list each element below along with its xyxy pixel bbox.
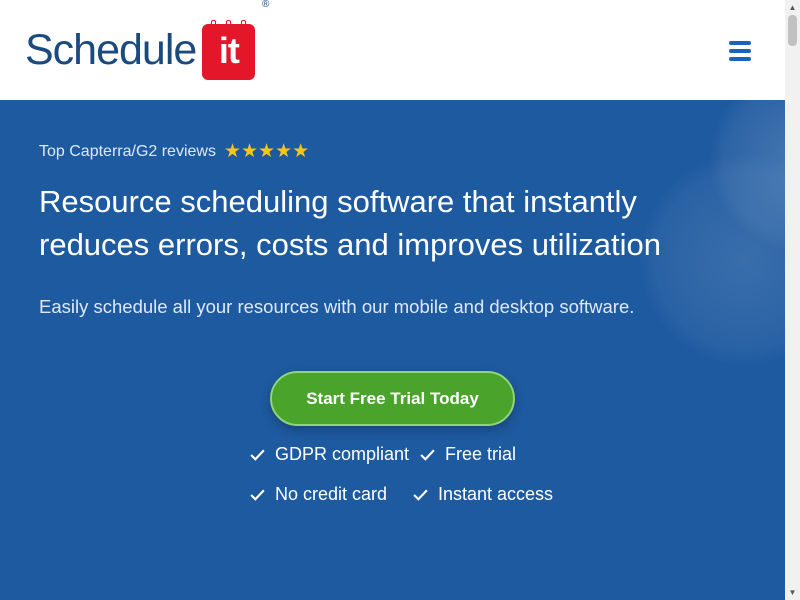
feature-gdpr: GDPR compliant bbox=[249, 444, 409, 465]
feature-free-trial: Free trial bbox=[419, 444, 516, 465]
check-icon bbox=[250, 449, 265, 461]
logo-wordmark: Schedule bbox=[25, 25, 197, 74]
feature-label: No credit card bbox=[275, 484, 388, 504]
hamburger-icon-bar bbox=[729, 57, 751, 61]
logo-calendar-icon: it bbox=[202, 20, 256, 80]
vertical-scrollbar[interactable]: ▲ ▼ bbox=[785, 0, 800, 600]
page: Schedule it ® Top Capterra/G2 reviews ★★… bbox=[0, 0, 800, 600]
start-free-trial-button[interactable]: Start Free Trial Today bbox=[270, 371, 515, 426]
logo[interactable]: Schedule it bbox=[25, 17, 256, 81]
feature-label: Instant access bbox=[438, 484, 554, 504]
check-icon bbox=[420, 449, 435, 461]
hamburger-icon-bar bbox=[729, 49, 751, 53]
check-icon bbox=[413, 489, 428, 501]
check-icon bbox=[250, 489, 265, 501]
rating-row: Top Capterra/G2 reviews ★★★★★ bbox=[39, 140, 309, 163]
scroll-down-arrow-icon[interactable]: ▼ bbox=[785, 585, 800, 600]
hero-headline: Resource scheduling software that instan… bbox=[39, 180, 739, 266]
hero-subline: Easily schedule all your resources with … bbox=[39, 296, 635, 317]
feature-label: GDPR compliant bbox=[275, 444, 410, 464]
hamburger-icon-bar bbox=[729, 41, 751, 45]
feature-no-credit-card: No credit card bbox=[249, 484, 387, 505]
rating-text: Top Capterra/G2 reviews bbox=[39, 142, 216, 160]
registered-mark: ® bbox=[262, 0, 270, 10]
feature-label: Free trial bbox=[445, 444, 517, 464]
headline-line-2: reduces errors, costs and improves utili… bbox=[39, 227, 661, 262]
scrollbar-thumb[interactable] bbox=[788, 15, 797, 46]
headline-line-1: Resource scheduling software that instan… bbox=[39, 184, 637, 219]
hamburger-menu-button[interactable] bbox=[729, 41, 753, 65]
logo-badge-text: it bbox=[202, 24, 256, 80]
site-header: Schedule it ® bbox=[0, 0, 785, 100]
feature-instant-access: Instant access bbox=[412, 484, 553, 505]
scroll-up-arrow-icon[interactable]: ▲ bbox=[785, 0, 800, 15]
hero-section: Top Capterra/G2 reviews ★★★★★ Resource s… bbox=[0, 100, 785, 600]
star-rating-icon: ★★★★★ bbox=[223, 141, 310, 162]
